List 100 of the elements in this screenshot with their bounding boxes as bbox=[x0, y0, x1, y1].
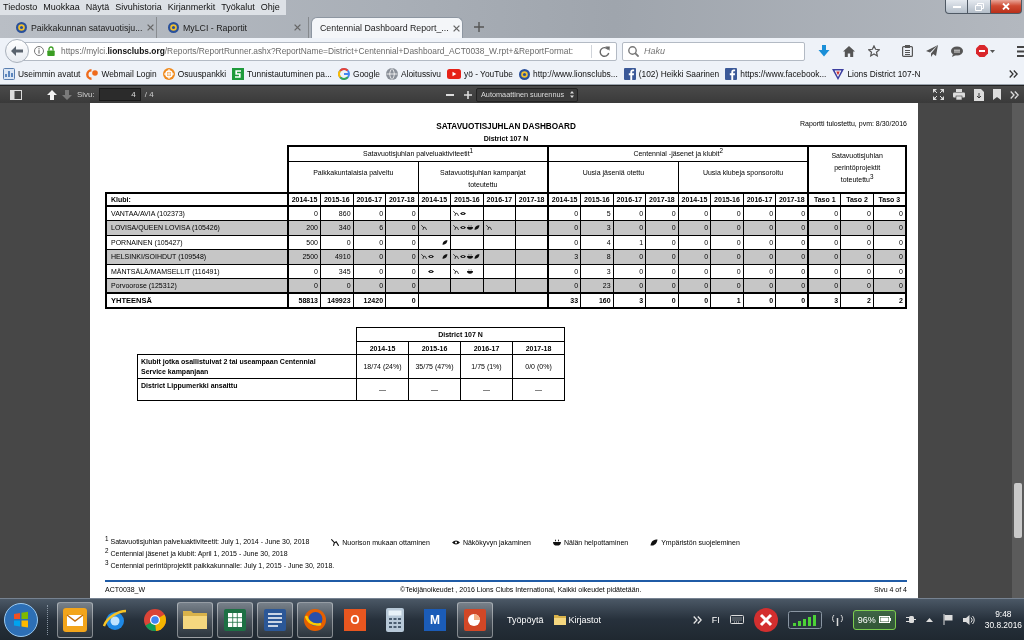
bookmark-item[interactable]: Tunnistautuminen pa... bbox=[232, 68, 332, 80]
bookmark-item[interactable]: Lions District 107-N bbox=[832, 68, 921, 80]
close-button[interactable] bbox=[991, 0, 1022, 14]
page-count: / 4 bbox=[144, 90, 154, 99]
clock-date[interactable]: 30.8.2016 bbox=[984, 619, 1022, 631]
bookmark-item[interactable]: http://www.lionsclubs... bbox=[519, 68, 618, 80]
hand-icon bbox=[453, 254, 460, 260]
bookmark-item[interactable]: https://www.facebook... bbox=[725, 68, 827, 80]
speaker-icon[interactable] bbox=[962, 614, 975, 625]
close-icon[interactable] bbox=[146, 24, 154, 31]
taskbar-button[interactable] bbox=[257, 601, 293, 638]
cross-badge-icon[interactable] bbox=[753, 607, 778, 632]
home-icon[interactable] bbox=[843, 45, 855, 57]
back-button[interactable] bbox=[5, 39, 29, 63]
search-icon bbox=[628, 45, 639, 57]
bookmark-item[interactable]: Google bbox=[337, 68, 380, 80]
tab[interactable]: Centennial Dashboard Report_... bbox=[311, 17, 463, 38]
bookmark-item[interactable]: Osuuspankki bbox=[162, 68, 227, 80]
minimize-button[interactable] bbox=[945, 0, 968, 14]
menu-item[interactable]: Kirjanmerkit bbox=[164, 0, 219, 15]
menu-item[interactable]: Näytä bbox=[82, 0, 113, 15]
report-title: SATAVUOTISJUHLAN DASHBOARD bbox=[436, 122, 576, 133]
round-logo-icon bbox=[144, 608, 166, 631]
page-number-field[interactable]: 4 bbox=[98, 88, 141, 101]
language-indicator[interactable]: FI bbox=[711, 614, 720, 625]
close-icon[interactable] bbox=[294, 24, 301, 31]
chat-bubble-icon[interactable] bbox=[951, 45, 963, 57]
double-chevron-icon[interactable] bbox=[1009, 70, 1018, 78]
wrapped-globe-icon bbox=[304, 608, 326, 631]
hand-icon bbox=[420, 225, 427, 231]
menu-item[interactable]: Muokkaa bbox=[40, 0, 83, 15]
caret-icon[interactable] bbox=[990, 49, 995, 53]
stop-sign-icon[interactable] bbox=[976, 45, 988, 57]
hand-icon bbox=[453, 211, 460, 216]
letter-tile: M bbox=[424, 608, 446, 631]
printer-icon[interactable] bbox=[953, 89, 965, 100]
arrow-up-icon[interactable] bbox=[47, 89, 57, 100]
taskbar-button[interactable] bbox=[297, 601, 333, 638]
taskbar-button[interactable] bbox=[217, 601, 253, 638]
slides-icon bbox=[464, 608, 486, 631]
taskbar-button[interactable]: M bbox=[417, 601, 453, 638]
caret-up-icon[interactable] bbox=[925, 617, 933, 622]
bowl-icon bbox=[467, 254, 474, 260]
flag-icon[interactable] bbox=[942, 614, 953, 625]
ring-logo-icon bbox=[162, 68, 175, 80]
menu-item[interactable]: Ohje bbox=[257, 0, 283, 15]
crescent-logo-icon bbox=[86, 68, 99, 80]
bookmark-item[interactable]: Useimmin avatut bbox=[3, 68, 81, 80]
hand-icon bbox=[331, 538, 340, 546]
taskbar-button[interactable] bbox=[57, 601, 93, 638]
emblem-icon bbox=[168, 22, 179, 33]
updown-caret-icon bbox=[570, 91, 574, 98]
keyboard-icon[interactable] bbox=[729, 615, 744, 624]
toolbar-item[interactable]: Työpöytä bbox=[507, 614, 544, 625]
restore-button[interactable] bbox=[968, 0, 991, 14]
spreadsheet-icon bbox=[224, 608, 246, 631]
leaf-icon bbox=[650, 538, 659, 546]
shield-icon bbox=[832, 68, 845, 80]
taskbar-button[interactable]: O bbox=[337, 601, 373, 638]
search-field[interactable]: Haku bbox=[622, 41, 805, 61]
menu-item[interactable]: Työkalut bbox=[218, 0, 258, 15]
bookmark-icon[interactable] bbox=[993, 89, 1001, 100]
taskbar-button[interactable] bbox=[177, 601, 213, 638]
menu-item[interactable]: Tiedosto bbox=[0, 0, 41, 15]
sidebar-toggle-icon[interactable] bbox=[10, 89, 22, 100]
bookmark-item[interactable]: Webmail Login bbox=[86, 68, 157, 80]
toolbar-item[interactable]: Kirjastot bbox=[553, 614, 602, 625]
fullscreen-icon[interactable] bbox=[933, 89, 944, 100]
taskbar-button[interactable] bbox=[457, 601, 493, 638]
reload-icon[interactable] bbox=[599, 45, 610, 57]
close-icon[interactable] bbox=[452, 24, 460, 32]
antenna-icon[interactable] bbox=[831, 613, 843, 626]
signal-bars-icon[interactable] bbox=[787, 610, 822, 629]
start-button[interactable] bbox=[4, 602, 38, 637]
folder-icon bbox=[553, 614, 566, 625]
clock-time[interactable]: 9:48 bbox=[995, 608, 1012, 620]
clipboard-icon[interactable] bbox=[902, 45, 913, 57]
save-icon[interactable] bbox=[974, 88, 984, 101]
battery-indicator[interactable]: 96% bbox=[852, 609, 896, 630]
bowl-icon bbox=[552, 538, 561, 546]
emblem-icon bbox=[519, 68, 531, 80]
paper-plane-icon[interactable] bbox=[926, 45, 938, 57]
star-icon[interactable] bbox=[868, 45, 880, 57]
scrollbar[interactable] bbox=[1012, 103, 1024, 598]
bookmark-item[interactable]: Aloitussivu bbox=[385, 68, 441, 80]
info-icon[interactable] bbox=[34, 46, 44, 56]
download-arrow-icon[interactable] bbox=[818, 45, 830, 57]
bookmark-item[interactable]: (102) Heikki Saarinen bbox=[623, 68, 720, 80]
restore-icon bbox=[974, 2, 984, 11]
bookmark-item[interactable]: yö - YouTube bbox=[447, 69, 514, 79]
scrollbar-thumb[interactable] bbox=[1014, 483, 1022, 538]
menu-item[interactable]: Sivuhistoria bbox=[112, 0, 165, 15]
bowl-icon bbox=[467, 225, 474, 231]
hand-icon bbox=[453, 225, 460, 231]
square-logo-icon bbox=[725, 68, 738, 80]
plus-icon[interactable] bbox=[474, 22, 484, 32]
minus-icon[interactable] bbox=[446, 93, 454, 96]
plug-icon[interactable] bbox=[905, 615, 916, 624]
minimize-icon bbox=[952, 5, 961, 8]
ringed-globe-icon bbox=[103, 608, 127, 631]
